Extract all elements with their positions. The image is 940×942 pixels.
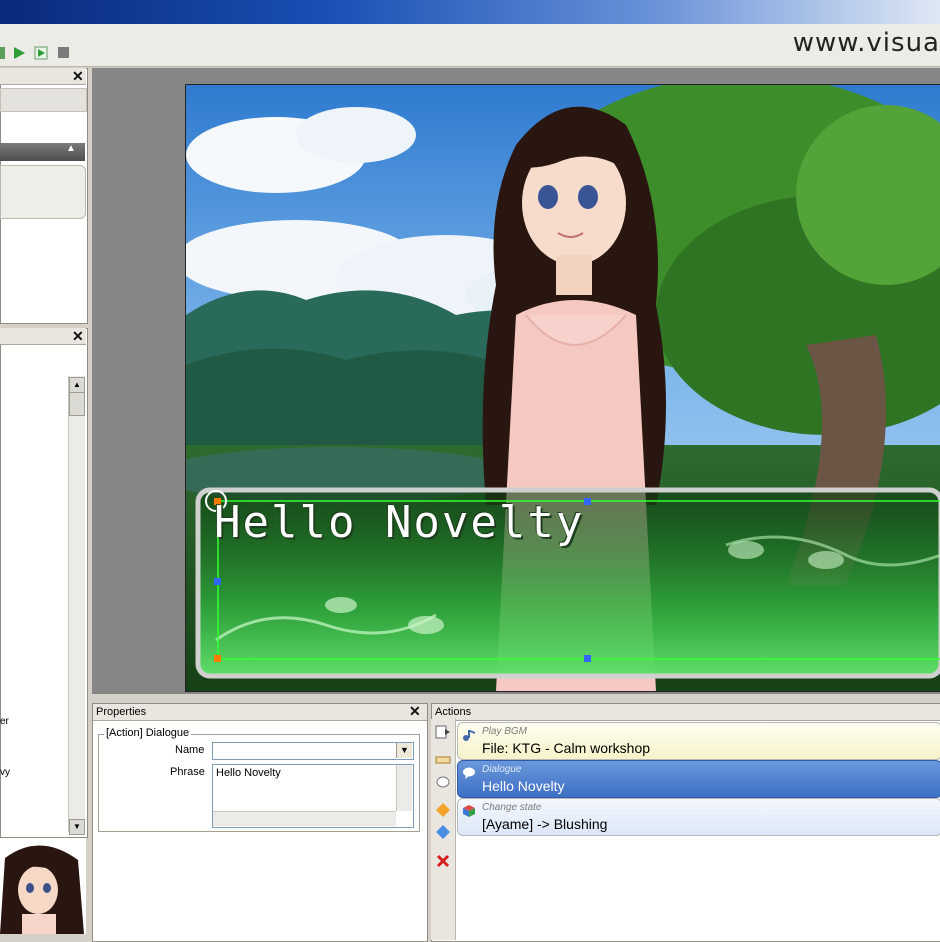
list-item-fragment[interactable]: vy	[0, 767, 10, 778]
toolbar-edge-icon[interactable]	[0, 47, 5, 59]
left-panel-item[interactable]	[0, 165, 86, 219]
speech-bubble-icon	[463, 767, 475, 779]
phrase-scrollbar[interactable]	[396, 765, 412, 811]
action-item[interactable]: Play BGM File: KTG - Calm workshop	[457, 722, 940, 760]
name-label: Name	[175, 744, 205, 756]
left-panel-scrollbar[interactable]	[68, 376, 85, 832]
cube-icon	[463, 805, 475, 817]
scene-background	[186, 85, 940, 691]
phrase-label: Phrase	[170, 766, 205, 778]
scene-canvas[interactable]: Hello Novelty	[185, 84, 940, 692]
phrase-value[interactable]: Hello Novelty	[216, 767, 281, 779]
close-icon[interactable]: ✕	[72, 328, 84, 345]
action-type: Play BGM	[482, 726, 528, 737]
music-note-icon	[463, 730, 475, 741]
action-item[interactable]: Change state [Ayame] -> Blushing	[457, 798, 940, 836]
action-type: Dialogue	[482, 764, 522, 775]
play-icon[interactable]	[12, 46, 26, 60]
chevron-down-icon[interactable]: ▼	[396, 743, 412, 758]
actions-title: Actions	[432, 704, 940, 721]
stop-icon[interactable]	[57, 46, 71, 60]
action-text: Hello Novelty	[482, 778, 565, 794]
move-down-icon[interactable]	[435, 824, 451, 840]
scroll-down-icon[interactable]: ▼	[69, 819, 85, 835]
comment-icon[interactable]	[435, 775, 451, 791]
dialogue-text: Hello Novelty	[214, 497, 585, 548]
move-up-icon[interactable]	[435, 802, 451, 818]
list-item-fragment[interactable]: er	[0, 716, 9, 727]
left-panel-field[interactable]	[0, 88, 87, 112]
window-title-bar	[0, 0, 940, 24]
action-text: [Ayame] -> Blushing	[482, 816, 608, 832]
name-dropdown[interactable]	[212, 742, 414, 760]
watermark-text: www.visua	[792, 28, 940, 58]
action-item-selected[interactable]: Dialogue Hello Novelty	[457, 760, 940, 798]
close-icon[interactable]: ✕	[72, 68, 84, 85]
properties-title: Properties	[93, 704, 427, 721]
scroll-up-icon[interactable]: ▲	[69, 377, 85, 393]
delete-icon[interactable]	[435, 853, 451, 869]
close-icon[interactable]: ✕	[409, 703, 421, 720]
group-label: [Action] Dialogue	[104, 727, 192, 739]
action-type: Change state	[482, 802, 542, 813]
action-text: File: KTG - Calm workshop	[482, 740, 651, 756]
character-thumbnail[interactable]	[0, 838, 86, 934]
chevron-up-icon[interactable]: ▲	[66, 143, 76, 154]
play-step-icon[interactable]	[34, 46, 48, 60]
edit-action-icon[interactable]	[435, 752, 451, 768]
phrase-hscrollbar[interactable]	[213, 811, 396, 826]
add-action-icon[interactable]	[435, 724, 451, 740]
scroll-thumb[interactable]	[69, 392, 85, 416]
